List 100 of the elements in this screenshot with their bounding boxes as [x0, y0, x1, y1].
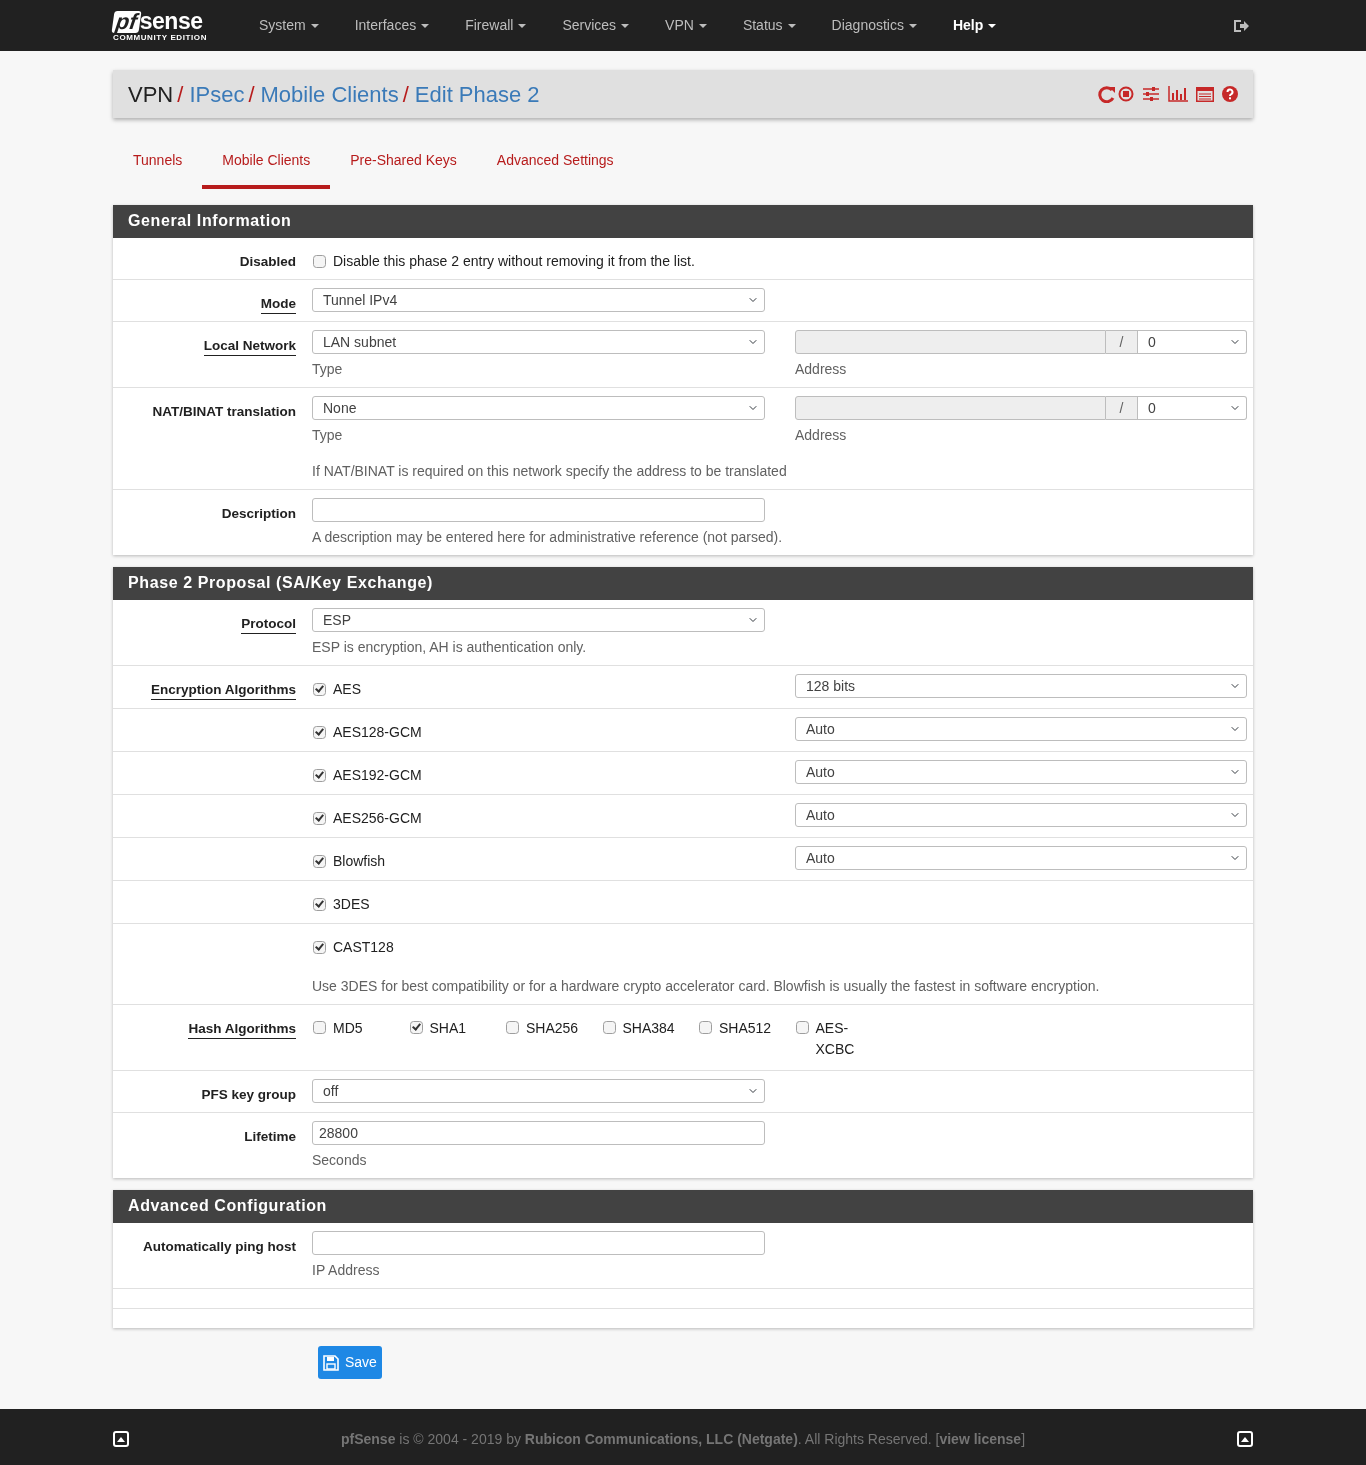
select-field[interactable]: Auto [795, 846, 1247, 870]
select-field[interactable]: LAN subnet [312, 330, 765, 354]
select-field[interactable]: 0 [1138, 330, 1247, 354]
scroll-up-icon[interactable] [113, 1431, 129, 1447]
bar-chart-icon[interactable] [1168, 86, 1188, 102]
checkbox-label: AES256-GCM [333, 809, 422, 828]
checkbox-label: Disable this phase 2 entry without removing it from the list. [333, 252, 695, 271]
checkbox-label: AES192-GCM [333, 766, 422, 785]
breadcrumb-separator: / [177, 80, 184, 109]
help-text: IP Address [312, 1261, 381, 1280]
select-field[interactable]: ESP [312, 608, 765, 632]
checkbox[interactable] [506, 1021, 519, 1034]
logo-mark: pf [111, 10, 142, 33]
nav-menu[interactable]: VPN [647, 15, 725, 36]
checkbox-label: AES [333, 680, 361, 699]
slash-label: / [1106, 330, 1138, 354]
checkbox[interactable] [313, 769, 326, 782]
tab[interactable]: Tunnels [113, 134, 203, 189]
checkbox-label: SHA256 [526, 1019, 579, 1038]
logout-icon[interactable] [1233, 18, 1249, 33]
checkbox-label: SHA512 [719, 1019, 772, 1038]
scroll-up-icon[interactable] [1237, 1431, 1253, 1447]
checkbox[interactable] [699, 1021, 712, 1034]
field-label: PFS key group [201, 1086, 296, 1104]
select-field[interactable]: Auto [795, 717, 1247, 741]
tab[interactable]: Advanced Settings [476, 134, 634, 189]
field-label[interactable]: Hash Algorithms [188, 1020, 296, 1039]
breadcrumb-separator: / [248, 80, 255, 109]
tab[interactable]: Mobile Clients [202, 134, 331, 189]
checkbox-label: MD5 [333, 1019, 363, 1038]
checkbox[interactable] [313, 683, 326, 696]
checkbox-label: 3DES [333, 895, 370, 914]
nav-menu[interactable]: Status [724, 15, 814, 36]
list-icon[interactable] [1196, 86, 1214, 102]
field-label: NAT/BINAT translation [152, 403, 296, 421]
checkbox[interactable] [313, 941, 326, 954]
field-label[interactable]: Local Network [203, 337, 296, 356]
input-field[interactable] [312, 498, 765, 522]
input-field[interactable] [312, 1231, 765, 1255]
stop-icon[interactable] [1118, 86, 1134, 102]
logo-subtitle: COMMUNITY EDITION [113, 33, 209, 42]
copyright-text: pfSense is © 2004 - 2019 by Rubicon Communications, LLC (Netgate). All Rights Reserved. [view license] [340, 1429, 1026, 1449]
checkbox[interactable] [313, 898, 326, 911]
field-label[interactable]: Encryption Algorithms [151, 681, 296, 700]
sliders-icon[interactable] [1142, 86, 1160, 102]
field-label[interactable]: Protocol [241, 615, 296, 634]
select-field[interactable]: off [312, 1079, 765, 1103]
field-label: Disabled [239, 253, 296, 271]
breadcrumb-item: VPN [128, 80, 174, 109]
refresh-icon[interactable] [1098, 85, 1116, 103]
select-field[interactable]: None [312, 396, 765, 420]
nav-menu[interactable]: Services [544, 15, 648, 36]
help-text: Type [312, 426, 344, 445]
help-text: Seconds [312, 1151, 368, 1170]
tab[interactable]: Pre-Shared Keys [330, 134, 477, 189]
checkbox-label: AES128-GCM [333, 723, 422, 742]
help-text: A description may be entered here for administrative reference (not parsed). [312, 528, 784, 547]
help-text: Use 3DES for best compatibility or for a hardware crypto accelerator card. Blowfish is usually the fastest in software encryption. [312, 977, 1101, 996]
save-button[interactable]: Save [318, 1346, 382, 1379]
checkbox-label: CAST128 [333, 938, 394, 957]
checkbox-label: SHA384 [622, 1019, 675, 1038]
help-text: Address [795, 426, 848, 445]
address-field[interactable] [795, 396, 1106, 420]
checkbox[interactable] [795, 1021, 809, 1034]
checkbox[interactable] [313, 726, 326, 739]
checkbox[interactable] [602, 1021, 616, 1034]
logo-name: sense [139, 7, 203, 34]
select-field[interactable]: Tunnel IPv4 [312, 288, 765, 312]
input-field[interactable]: 28800 [312, 1121, 765, 1145]
checkbox[interactable] [313, 255, 326, 268]
field-label: Lifetime [244, 1128, 296, 1146]
checkbox-label: SHA1 [429, 1019, 467, 1038]
field-label: Automatically ping host [143, 1238, 296, 1256]
breadcrumb-separator: / [402, 80, 409, 109]
checkbox[interactable] [313, 812, 326, 825]
field-label[interactable]: Mode [260, 295, 296, 314]
panel-title: Phase 2 Proposal (SA/Key Exchange) [113, 567, 1253, 600]
checkbox[interactable] [409, 1021, 423, 1034]
checkbox[interactable] [313, 855, 326, 868]
nav-menu[interactable]: Interfaces [336, 15, 448, 36]
address-field[interactable] [795, 330, 1106, 354]
select-field[interactable]: 128 bits [795, 674, 1247, 698]
help-text: If NAT/BINAT is required on this network specify the address to be translated [312, 462, 788, 481]
panel-title: General Information [113, 205, 1253, 238]
nav-menu[interactable]: Help [934, 15, 1015, 36]
slash-label: / [1106, 396, 1138, 420]
select-field[interactable]: Auto [795, 760, 1247, 784]
nav-menu[interactable]: System [241, 15, 337, 36]
panel-title: Advanced Configuration [113, 1190, 1253, 1223]
nav-menu[interactable]: Diagnostics [813, 15, 935, 36]
nav-menu[interactable]: Firewall [447, 15, 545, 36]
help-text: Address [795, 360, 848, 379]
field-label: Description [221, 505, 296, 523]
checkbox[interactable] [313, 1021, 326, 1034]
help-text: ESP is encryption, AH is authentication only. [312, 638, 588, 657]
help-icon[interactable] [1222, 86, 1238, 102]
select-field[interactable]: 0 [1138, 396, 1247, 420]
floppy-icon [323, 1354, 339, 1371]
select-field[interactable]: Auto [795, 803, 1247, 827]
checkbox-label: Blowfish [333, 852, 386, 871]
